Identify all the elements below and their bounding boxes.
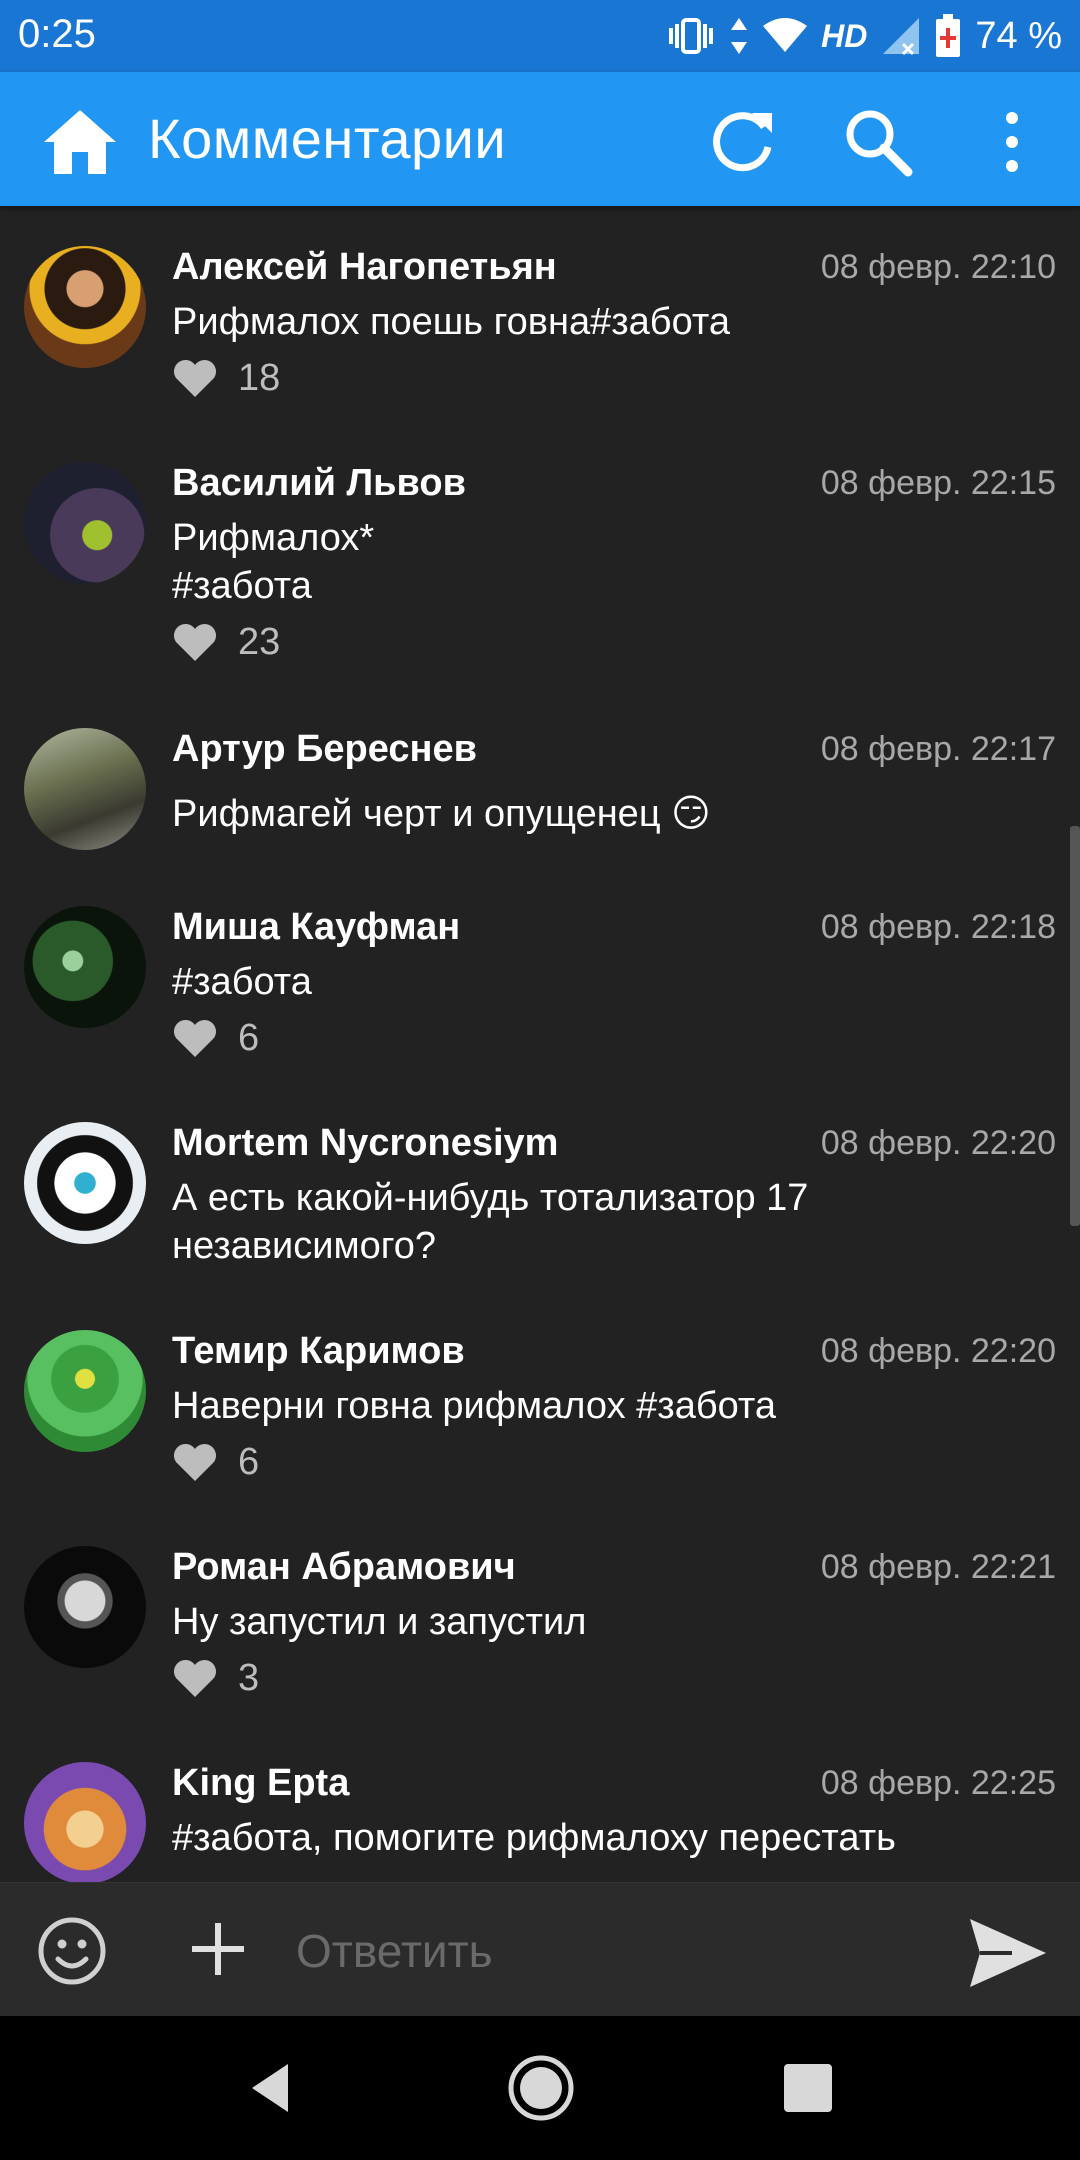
- avatar[interactable]: [24, 906, 146, 1028]
- avatar[interactable]: [24, 728, 146, 850]
- comment-date: 08 февр. 22:17: [820, 730, 1056, 768]
- plus-icon[interactable]: [186, 1917, 250, 1981]
- comment-text: А есть какой-нибудь тотализатор 17 незав…: [172, 1177, 809, 1267]
- like-button[interactable]: 23: [172, 617, 280, 667]
- scrollbar-thumb[interactable]: [1070, 826, 1080, 1226]
- comment-text: Рифмагей черт и опущенец 😏: [172, 793, 711, 835]
- comment-date: 08 февр. 22:15: [820, 464, 1056, 502]
- comment-text: Рифмалох* #забота: [172, 517, 375, 607]
- like-count: 23: [238, 620, 281, 663]
- battery-level: 74 %: [975, 14, 1062, 57]
- search-icon[interactable]: [838, 102, 918, 182]
- system-nav-bar: [0, 2016, 1080, 2160]
- heart-icon: [173, 1443, 217, 1481]
- comment-date: 08 февр. 22:18: [820, 908, 1056, 946]
- comment-date: 08 февр. 22:10: [820, 248, 1056, 286]
- send-icon[interactable]: [966, 1913, 1050, 1993]
- comment-text: Наверни говна рифмалох #забота: [172, 1385, 777, 1427]
- comment-list[interactable]: Алексей Нагопетьян 08 февр. 22:10 Рифмал…: [0, 206, 1080, 1882]
- status-icons: HD 74 %: [667, 10, 1062, 62]
- heart-icon: [173, 1019, 217, 1057]
- comment-date: 08 февр. 22:21: [820, 1548, 1056, 1586]
- like-count: 6: [238, 1016, 260, 1059]
- avatar[interactable]: [24, 1330, 146, 1452]
- back-icon[interactable]: [236, 2052, 308, 2124]
- avatar[interactable]: [24, 246, 146, 368]
- data-arrows-icon: [731, 18, 748, 54]
- app-bar: Комментарии: [0, 72, 1080, 206]
- like-button[interactable]: 3: [172, 1653, 259, 1703]
- like-button[interactable]: 6: [172, 1437, 259, 1487]
- comment-text: Ну запустил и запустил: [172, 1601, 587, 1643]
- network-type-label: HD: [821, 17, 868, 54]
- reply-bar: [0, 1882, 1080, 2017]
- heart-icon: [173, 359, 217, 397]
- heart-icon: [173, 623, 217, 661]
- comment-author[interactable]: Миша Кауфман: [172, 906, 460, 949]
- avatar[interactable]: [24, 1546, 146, 1668]
- like-count: 3: [238, 1656, 260, 1699]
- avatar[interactable]: [24, 1762, 146, 1882]
- heart-icon: [173, 1659, 217, 1697]
- like-button[interactable]: 6: [172, 1013, 259, 1063]
- signal-icon: [883, 18, 920, 56]
- comment-text: Рифмалох поешь говна#забота: [172, 301, 730, 343]
- comment-author[interactable]: Роман Абрамович: [172, 1546, 516, 1589]
- comment-author[interactable]: Mortem Nycronesiym: [172, 1122, 558, 1165]
- comment-author[interactable]: Артур Береснев: [172, 728, 477, 771]
- refresh-icon[interactable]: [706, 105, 778, 177]
- wifi-icon: [763, 18, 808, 52]
- emoji-icon[interactable]: [36, 1915, 108, 1987]
- comment-author[interactable]: King Epta: [172, 1762, 349, 1805]
- like-count: 6: [238, 1440, 260, 1483]
- comment-date: 08 февр. 22:25: [820, 1764, 1056, 1802]
- recent-apps-icon[interactable]: [772, 2052, 844, 2124]
- home-icon[interactable]: [40, 102, 120, 182]
- comment-author[interactable]: Василий Львов: [172, 462, 466, 505]
- reply-input[interactable]: [294, 1911, 938, 1991]
- comment-date: 08 февр. 22:20: [820, 1332, 1056, 1370]
- status-bar: 0:25 HD 74 %: [0, 0, 1080, 72]
- home-nav-icon[interactable]: [505, 2052, 577, 2124]
- page-title: Комментарии: [148, 107, 507, 170]
- more-vert-icon[interactable]: [990, 102, 1034, 182]
- vibrate-icon: [669, 18, 714, 54]
- comment-text: #забота: [172, 961, 312, 1003]
- comment-author[interactable]: Алексей Нагопетьян: [172, 246, 557, 289]
- battery-icon: [936, 14, 961, 57]
- comment-text: #забота, помогите рифмалоху перестать: [172, 1817, 896, 1859]
- like-button[interactable]: 18: [172, 353, 280, 403]
- comment-date: 08 февр. 22:20: [820, 1124, 1056, 1162]
- like-count: 18: [238, 356, 281, 399]
- status-time: 0:25: [18, 12, 96, 56]
- avatar[interactable]: [24, 1122, 146, 1244]
- avatar[interactable]: [24, 462, 146, 584]
- comment-author[interactable]: Темир Каримов: [172, 1330, 465, 1373]
